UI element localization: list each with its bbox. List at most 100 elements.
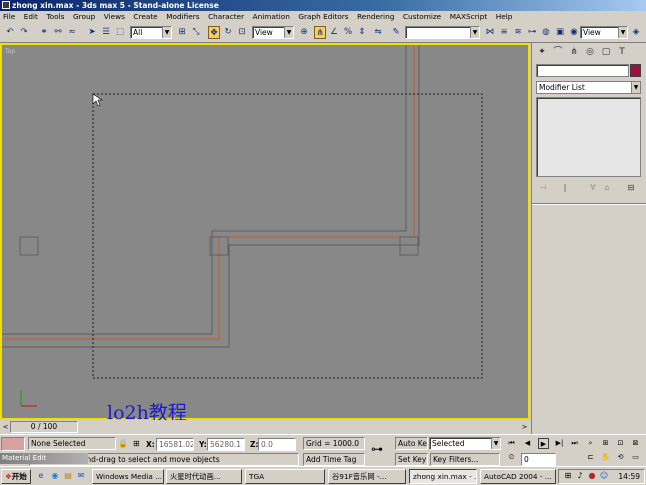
menu-maxscript[interactable]: MAXScript [447,11,490,23]
hierarchy-tab-icon[interactable]: ⋔ [567,45,581,59]
menu-edit[interactable]: Edit [21,11,41,23]
material-editor-minimized[interactable]: Material Edit [0,453,88,464]
shape-outline-outer[interactable] [2,45,420,348]
time-slider[interactable]: 0 / 100 [10,421,78,433]
desktop-icon[interactable]: ▤ [63,471,73,481]
menu-rendering[interactable]: Rendering [354,11,397,23]
render-last-icon[interactable]: ◈ [630,26,642,39]
pin-stack-icon[interactable]: ⊣ [536,181,550,194]
select-and-rotate-icon[interactable]: ↻ [222,26,234,39]
snap-toggle-icon[interactable]: ⋔ [314,26,326,39]
task-windows-media[interactable]: Windows Media ... [92,469,164,484]
gizmo-box-left[interactable] [19,236,39,256]
spinner-snap-icon[interactable]: ⇕ [356,26,368,39]
auto-key-button[interactable]: Auto Key [395,437,428,450]
rectangular-selection-icon[interactable]: ⬚ [114,26,126,39]
zoom-all-icon[interactable]: ⊞ [600,438,611,449]
align-icon[interactable]: ≡ [498,26,510,39]
tray-app-icon[interactable]: ● [587,471,597,481]
window-crossing-icon[interactable]: ⤡ [190,26,202,39]
selection-filter-dropdown[interactable]: All ▼ [130,26,172,39]
chevron-right-icon[interactable]: > [520,421,529,433]
tray-volume-icon[interactable]: ♪ [575,471,585,481]
zoom-extents-icon[interactable]: ⊡ [615,438,626,449]
select-and-link-icon[interactable]: ⚭ [38,26,50,39]
task-3dsmax[interactable]: zhong xin.max - ... [409,469,477,484]
task-music-site[interactable]: 谷91F音乐网 -... [328,469,406,484]
outlook-icon[interactable]: ✉ [76,471,86,481]
render-view-dropdown[interactable]: View ▼ [580,26,628,39]
key-mode-dropdown[interactable]: Selected ▼ [429,437,501,450]
display-tab-icon[interactable]: ▢ [599,45,613,59]
menu-views[interactable]: Views [101,11,128,23]
create-tab-icon[interactable]: ✦ [535,45,549,59]
tray-network-icon[interactable]: ⊞ [563,471,573,481]
edit-named-selection-icon[interactable]: ✎ [390,26,402,39]
menu-animation[interactable]: Animation [250,11,293,23]
object-name-input[interactable] [536,64,629,77]
shape-path-orange[interactable] [2,45,415,340]
render-scene-icon[interactable]: ▣ [554,26,566,39]
menu-customize[interactable]: Customize [400,11,444,23]
key-filters-button[interactable]: Key Filters... [430,453,500,466]
percent-snap-icon[interactable]: % [342,26,354,39]
schematic-view-icon[interactable]: ⊶ [526,26,538,39]
select-by-region-icon[interactable]: ⊞ [176,26,188,39]
pivot-point-icon[interactable]: ⊕ [298,26,310,39]
unlink-selection-icon[interactable]: ⚯ [52,26,64,39]
go-to-start-icon[interactable]: ⏮ [506,438,517,449]
key-icon[interactable]: ⊶ [371,443,383,455]
region-zoom-icon[interactable]: ⊏ [585,452,596,463]
modifier-list-dropdown[interactable]: Modifier List ▼ [536,81,641,94]
motion-tab-icon[interactable]: ◎ [583,45,597,59]
task-autocad[interactable]: AutoCAD 2004 - ... [480,469,556,484]
task-huoxing[interactable]: 火星时代动画... [166,469,242,484]
top-viewport[interactable]: Top [0,43,530,420]
gizmo-box-right[interactable] [399,236,419,256]
zoom-extents-all-icon[interactable]: ⊠ [630,438,641,449]
remove-modifier-icon[interactable]: ⌂ [600,181,614,194]
mirror-selected-icon[interactable]: ⋈ [484,26,496,39]
absolute-mode-icon[interactable]: ⊞ [133,438,140,449]
menu-file[interactable]: File [0,11,18,23]
select-by-name-icon[interactable]: ☰ [100,26,112,39]
arc-rotate-icon[interactable]: ⟲ [615,452,626,463]
pan-icon[interactable]: ✋ [600,452,611,463]
quick-render-icon[interactable]: ◉ [568,26,580,39]
current-frame-field[interactable]: 0 [521,453,556,466]
menu-create[interactable]: Create [130,11,160,23]
object-color-swatch[interactable] [630,64,641,77]
reference-coordinate-dropdown[interactable]: View ▼ [252,26,294,39]
maxscript-listener-box[interactable] [1,437,25,451]
angle-snap-icon[interactable]: ∠ [328,26,340,39]
modifier-stack[interactable] [536,97,641,177]
add-time-tag-button[interactable]: Add Time Tag [303,453,365,466]
y-coord-field[interactable]: 56280.1 [207,438,245,451]
ie-icon[interactable]: e [36,471,46,481]
menu-tools[interactable]: Tools [43,11,67,23]
next-frame-icon[interactable]: ▶| [554,438,565,449]
menu-help[interactable]: Help [493,11,516,23]
utilities-tab-icon[interactable]: T [615,45,629,59]
make-unique-icon[interactable]: ∀ [586,181,600,194]
viewport-canvas[interactable] [2,45,528,418]
tray-messenger-icon[interactable]: ☺ [599,471,609,481]
play-icon[interactable]: ▶ [538,438,549,449]
menu-modifiers[interactable]: Modifiers [163,11,202,23]
menu-graph-editors[interactable]: Graph Editors [295,11,351,23]
start-button[interactable]: ❖开始 [1,469,31,484]
z-coord-field[interactable]: 0.0 [258,438,296,451]
select-object-icon[interactable]: ➤ [86,26,98,39]
menu-character[interactable]: Character [205,11,247,23]
zoom-icon[interactable]: ⌕ [585,438,596,449]
clock[interactable]: 14:59 [618,470,640,483]
redo-icon[interactable]: ↷ [18,26,30,39]
lock-selection-icon[interactable]: 🔒 [118,438,128,449]
chevron-left-icon[interactable]: < [1,421,10,433]
material-editor-icon[interactable]: ◍ [540,26,552,39]
maximize-viewport-icon[interactable]: ▭ [630,452,641,463]
viewport-label[interactable]: Top [5,48,15,55]
x-coord-field[interactable]: 16581.02 [156,438,194,451]
configure-modifier-sets-icon[interactable]: ⊟ [624,181,638,194]
bind-space-warp-icon[interactable]: ≈ [66,26,78,39]
